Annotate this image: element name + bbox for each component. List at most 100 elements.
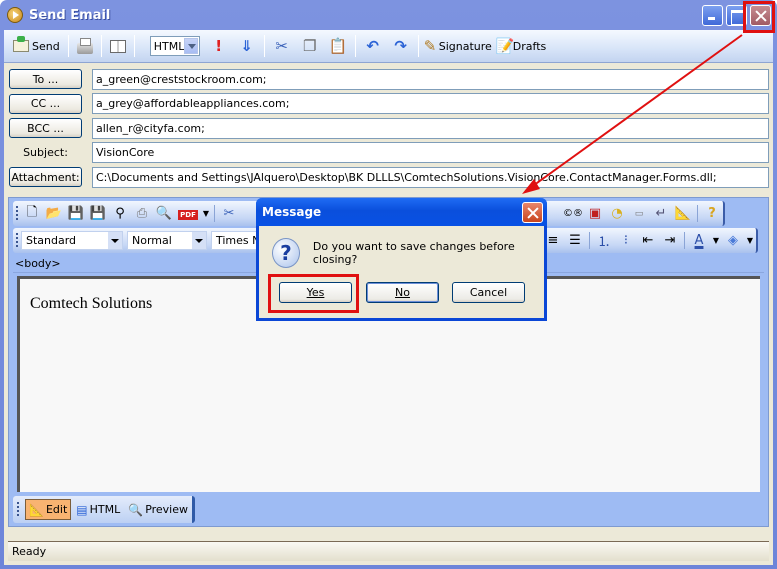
window-title: Send Email xyxy=(29,7,111,23)
toolbar-separator xyxy=(214,205,215,222)
justify-icon[interactable]: ☰ xyxy=(564,233,586,248)
cc-button[interactable]: CC ... xyxy=(9,93,82,114)
highlight-close-annotation xyxy=(743,1,775,33)
date-icon[interactable]: ▣ xyxy=(584,206,606,221)
attachment-input[interactable]: C:\Documents and Settings\JAlquero\Deskt… xyxy=(92,166,769,188)
bcc-button[interactable]: BCC ... xyxy=(9,118,82,139)
cc-input[interactable]: a_grey@affordableappliances.com; xyxy=(92,93,769,115)
bullet-list-icon[interactable]: ⁝ xyxy=(615,233,637,248)
pdf-icon[interactable]: PDF xyxy=(175,206,201,221)
highlight-color-icon[interactable]: ◈ xyxy=(722,233,744,248)
time-icon[interactable]: ◔ xyxy=(606,206,628,221)
cut-button[interactable]: ✂ xyxy=(268,35,296,57)
to-input[interactable]: a_green@creststockroom.com; xyxy=(92,68,769,90)
save-icon[interactable]: 💾 xyxy=(65,206,87,221)
paragraph-select-value: Normal xyxy=(132,234,172,247)
address-book-button[interactable] xyxy=(105,35,131,57)
send-label: Send xyxy=(32,39,60,53)
form-field-icon[interactable]: ▭ xyxy=(628,209,650,219)
bcc-row: BCC ... allen_r@cityfa.com; xyxy=(8,116,769,141)
to-row: To ... a_green@creststockroom.com; xyxy=(8,67,769,92)
title-bar: Send Email xyxy=(4,0,773,30)
style-select-value: Standard xyxy=(26,234,77,247)
print-icon xyxy=(76,37,93,54)
print-button[interactable] xyxy=(72,35,98,57)
chevron-down-icon[interactable]: ▼ xyxy=(744,236,756,245)
undo-button[interactable]: ↶ xyxy=(359,35,387,57)
status-bar: Ready xyxy=(8,541,769,561)
chevron-down-icon[interactable] xyxy=(108,232,122,249)
find-icon[interactable]: ⚲ xyxy=(109,206,131,221)
chevron-down-icon[interactable] xyxy=(192,232,206,249)
send-button[interactable]: Send xyxy=(8,35,65,57)
status-text: Ready xyxy=(12,545,47,558)
outdent-icon[interactable]: ⇤ xyxy=(637,233,659,248)
edit-mode-icon[interactable]: 📐 xyxy=(672,206,694,221)
numbered-list-icon[interactable]: ⒈ xyxy=(593,231,615,250)
style-select[interactable]: Standard xyxy=(21,231,123,250)
line-break-icon[interactable]: ↵ xyxy=(650,206,672,221)
format-select-value: HTML xyxy=(153,39,185,53)
toolbar-separator xyxy=(100,35,102,57)
drafts-button[interactable]: 📝 Drafts xyxy=(494,35,548,57)
subject-input[interactable]: VisionCore xyxy=(92,142,769,164)
new-document-icon[interactable]: 🗋 xyxy=(21,203,43,225)
edit-icon: 📐 xyxy=(29,502,44,517)
dialog-message: Do you want to save changes before closi… xyxy=(312,240,515,266)
redo-button[interactable]: ↷ xyxy=(387,35,415,57)
address-book-icon xyxy=(109,39,126,53)
mode-html-button[interactable]: ▤ HTML xyxy=(73,499,123,520)
toolbar-separator xyxy=(589,232,590,249)
redo-icon: ↷ xyxy=(394,37,407,55)
editor-text: Comtech Solutions xyxy=(30,295,153,312)
minimize-button[interactable] xyxy=(702,5,723,26)
app-icon xyxy=(7,7,23,23)
highlight-yes-annotation xyxy=(268,274,359,313)
cancel-label: Cancel xyxy=(469,286,508,299)
save-as-icon[interactable]: 💾 xyxy=(87,206,109,221)
html-icon: ▤ xyxy=(76,502,88,517)
bcc-input[interactable]: allen_r@cityfa.com; xyxy=(92,117,769,139)
print-preview-icon[interactable]: 🔍 xyxy=(153,206,175,221)
attachment-row: Attachment: C:\Documents and Settings\JA… xyxy=(8,165,769,190)
low-priority-button[interactable]: ⇓ xyxy=(233,35,261,57)
format-select[interactable]: HTML xyxy=(149,36,200,56)
high-priority-button[interactable]: ! xyxy=(205,35,233,57)
print-icon[interactable]: ⎙ xyxy=(131,206,153,221)
chevron-down-icon[interactable] xyxy=(184,38,198,54)
cancel-button[interactable]: Cancel xyxy=(452,282,525,303)
question-icon: ? xyxy=(272,238,300,268)
paste-button[interactable]: 📋 xyxy=(324,35,352,57)
low-priority-icon: ⇓ xyxy=(240,37,253,55)
subject-label: Subject: xyxy=(23,146,68,160)
to-button[interactable]: To ... xyxy=(9,69,82,90)
copy-button[interactable]: ❐ xyxy=(296,35,324,57)
help-icon[interactable]: ? xyxy=(701,206,723,221)
undo-icon: ↶ xyxy=(366,37,379,55)
toolbar-separator xyxy=(354,35,356,57)
indent-icon[interactable]: ⇥ xyxy=(659,233,681,248)
toolbar-separator xyxy=(67,35,69,57)
open-folder-icon[interactable]: 📂 xyxy=(43,206,65,221)
signature-button[interactable]: ✎ Signature xyxy=(422,35,494,57)
cut-icon[interactable]: ✂ xyxy=(218,206,240,221)
toolbar-separator xyxy=(417,35,419,57)
toolbar-separator xyxy=(263,35,265,57)
signature-label: Signature xyxy=(438,39,492,53)
chevron-down-icon[interactable]: ▼ xyxy=(201,209,211,218)
font-color-icon[interactable]: A xyxy=(688,233,710,248)
paste-icon: 📋 xyxy=(328,37,348,55)
dialog-title-bar: Message xyxy=(256,198,547,226)
attachment-button[interactable]: Attachment: xyxy=(9,167,82,188)
paragraph-select[interactable]: Normal xyxy=(127,231,207,250)
dialog-body: ? Do you want to save changes before clo… xyxy=(259,226,544,268)
mode-edit-button[interactable]: 📐 Edit xyxy=(25,499,72,520)
mode-preview-button[interactable]: 🔍 Preview xyxy=(125,499,191,520)
no-button[interactable]: No xyxy=(366,282,439,303)
preview-icon: 🔍 xyxy=(128,502,144,517)
symbol-icon[interactable]: ©® xyxy=(562,208,584,219)
signature-icon: ✎ xyxy=(423,37,437,55)
toolbar-separator xyxy=(684,232,685,249)
dialog-close-button[interactable] xyxy=(522,202,543,223)
chevron-down-icon[interactable]: ▼ xyxy=(710,236,722,245)
